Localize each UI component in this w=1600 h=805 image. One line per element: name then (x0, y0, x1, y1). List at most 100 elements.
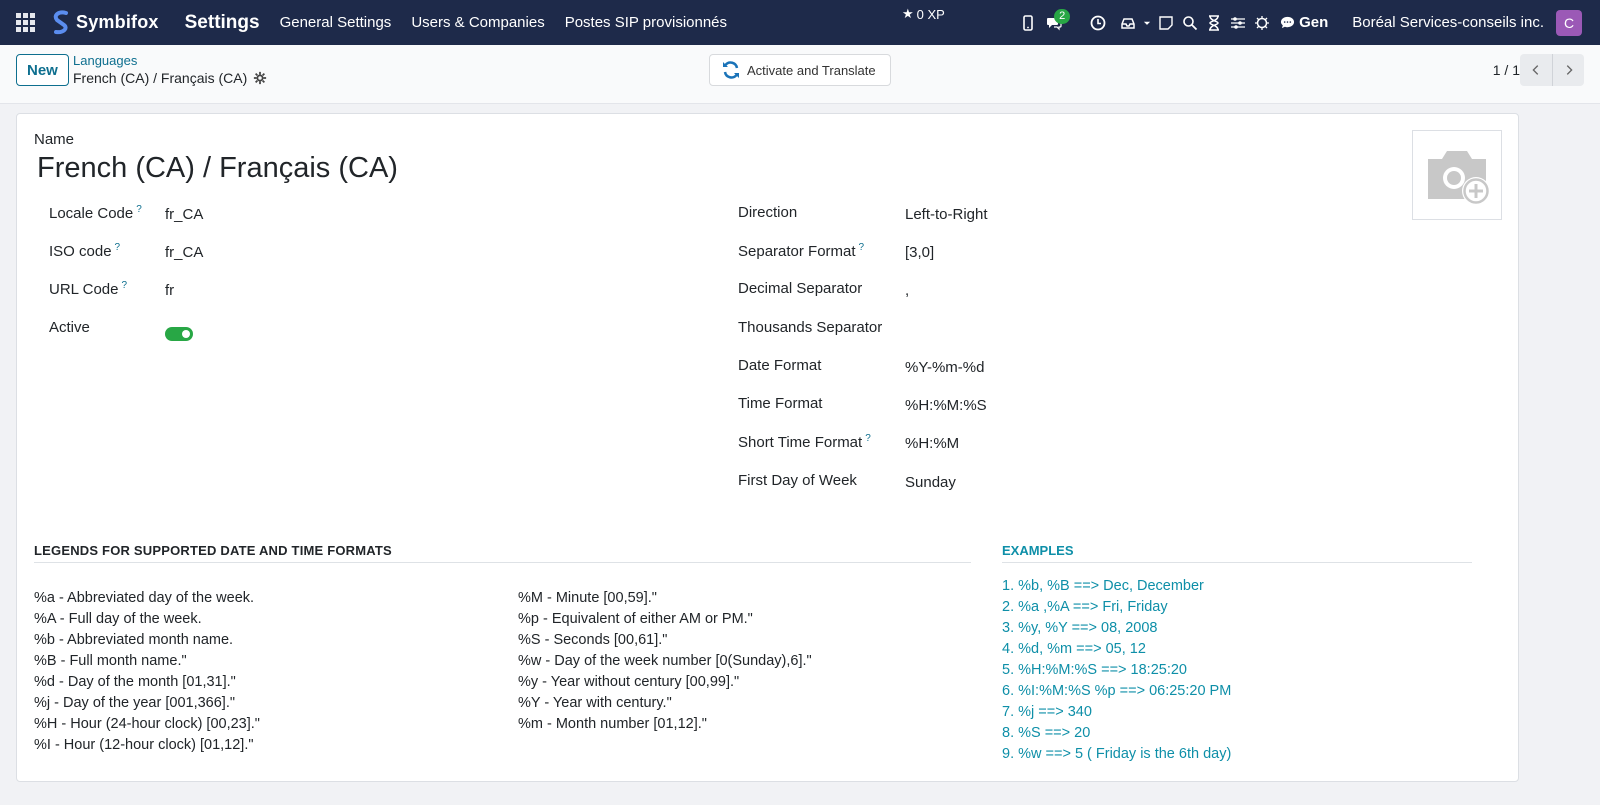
camera-add-icon (1428, 151, 1490, 205)
top-navbar: Symbifox Settings General Settings Users… (0, 0, 1600, 45)
list-item: 7. %j ==> 340 (1002, 704, 1092, 720)
inbox-button[interactable] (1116, 0, 1140, 45)
gen-label: Gen (1299, 14, 1329, 31)
help-tooltip-icon[interactable]: ? (865, 433, 871, 444)
thousands-separator-label: Thousands Separator (738, 319, 883, 336)
mobile-phone-icon (1023, 14, 1033, 31)
search-button[interactable] (1178, 0, 1202, 45)
time-format-label: Time Format (738, 395, 823, 412)
control-panel: New Languages French (CA) / Français (CA… (0, 45, 1600, 104)
xp-indicator[interactable]: ★ 0 XP (902, 6, 945, 22)
decimal-separator-label: Decimal Separator (738, 280, 863, 297)
pager-previous-button[interactable] (1520, 54, 1552, 86)
list-item: 3. %y, %Y ==> 08, 2008 (1002, 620, 1158, 636)
phone-button[interactable] (1016, 0, 1040, 45)
breadcrumb-current: French (CA) / Français (CA) (73, 69, 267, 87)
name-field[interactable]: French (CA) / Français (CA) (37, 152, 398, 185)
list-item: %d - Day of the month [01,31]." (34, 674, 236, 690)
list-item: %m - Month number [01,12]." (518, 716, 707, 732)
breadcrumb-languages-link[interactable]: Languages (73, 53, 267, 69)
menu-users-companies[interactable]: Users & Companies (401, 14, 554, 31)
user-avatar[interactable]: C (1556, 9, 1582, 36)
clock-icon (1090, 15, 1106, 30)
date-format-label: Date Format (738, 357, 822, 374)
inbox-icon (1121, 17, 1135, 29)
menu-general-settings[interactable]: General Settings (270, 14, 402, 31)
grid-icon (15, 13, 35, 32)
messages-count-badge: 2 (1054, 9, 1071, 24)
chevron-right-icon (1566, 65, 1573, 75)
help-tooltip-icon[interactable]: ? (121, 280, 127, 291)
time-format-field[interactable]: %H:%M:%S (905, 397, 987, 414)
timer-button[interactable] (1202, 0, 1226, 45)
pager-value[interactable]: 1 / 1 (1493, 62, 1520, 78)
hourglass-icon (1209, 14, 1220, 31)
list-item: %a - Abbreviated day of the week. (34, 590, 255, 606)
list-item: %H - Hour (24-hour clock) [00,23]." (34, 716, 260, 732)
form-sheet: Name French (CA) / Français (CA) Locale … (16, 113, 1519, 782)
list-item: 9. %w ==> 5 ( Friday is the 6th day) (1002, 746, 1232, 762)
speech-bubble-icon (1281, 16, 1295, 29)
direction-field[interactable]: Left-to-Right (905, 206, 988, 223)
legends-column-2: %M - Minute [00,59]." %p - Equivalent of… (518, 588, 812, 735)
active-toggle[interactable] (165, 327, 193, 341)
gen-assistant-button[interactable]: Gen (1274, 14, 1338, 31)
list-item: %b - Abbreviated month name. (34, 632, 234, 648)
image-upload[interactable] (1412, 130, 1502, 220)
legends-title: LEGENDS FOR SUPPORTED DATE AND TIME FORM… (34, 543, 392, 558)
filters-button[interactable] (1226, 0, 1250, 45)
gear-icon[interactable] (253, 71, 267, 85)
active-label: Active (49, 319, 90, 336)
short-time-format-field[interactable]: %H:%M (905, 435, 959, 452)
examples-divider (1002, 562, 1472, 563)
locale-code-field[interactable]: fr_CA (165, 206, 203, 223)
name-label: Name (34, 131, 75, 148)
search-icon (1183, 15, 1198, 30)
debug-button[interactable] (1250, 0, 1274, 45)
sticky-note-icon (1159, 15, 1173, 30)
list-item: %Y - Year with century." (518, 695, 672, 711)
help-tooltip-icon[interactable]: ? (136, 204, 142, 215)
list-item: 6. %I:%M:%S %p ==> 06:25:20 PM (1002, 683, 1232, 699)
first-day-of-week-field[interactable]: Sunday (905, 474, 956, 491)
separator-format-label: Separator Format? (738, 242, 865, 260)
list-item: %M - Minute [00,59]." (518, 590, 657, 606)
list-item: %w - Day of the week number [0(Sunday),6… (518, 653, 812, 669)
separator-format-field[interactable]: [3,0] (905, 244, 934, 261)
xp-value: 0 XP (916, 6, 945, 22)
help-tooltip-icon[interactable]: ? (859, 242, 865, 253)
company-switcher[interactable]: Boréal Services-conseils inc. (1338, 14, 1556, 31)
direction-label: Direction (738, 204, 798, 221)
messages-button[interactable]: 2 (1040, 0, 1082, 45)
activate-translate-button[interactable]: Activate and Translate (709, 54, 891, 86)
locale-code-label: Locale Code? (49, 204, 142, 222)
list-item: 2. %a ,%A ==> Fri, Friday (1002, 599, 1168, 615)
help-tooltip-icon[interactable]: ? (115, 242, 121, 253)
list-item: %I - Hour (12-hour clock) [01,12]." (34, 737, 254, 753)
app-switcher-button[interactable] (0, 0, 50, 45)
notes-button[interactable] (1154, 0, 1178, 45)
decimal-separator-field[interactable]: , (905, 282, 909, 299)
list-item: %y - Year without century [00,99]." (518, 674, 740, 690)
app-title[interactable]: Settings (171, 12, 270, 34)
url-code-field[interactable]: fr (165, 282, 174, 299)
star-icon: ★ (902, 6, 914, 21)
sliders-icon (1231, 16, 1246, 29)
legends-column-1: %a - Abbreviated day of the week. %A - F… (34, 588, 260, 756)
iso-code-field[interactable]: fr_CA (165, 244, 203, 261)
menu-postes-sip[interactable]: Postes SIP provisionnés (555, 14, 737, 31)
breadcrumb: Languages French (CA) / Français (CA) (73, 53, 267, 87)
thousands-separator-field[interactable] (905, 321, 1025, 339)
list-item: %A - Full day of the week. (34, 611, 202, 627)
brand-name: Symbifox (76, 12, 159, 32)
examples-list: 1. %b, %B ==> Dec, December 2. %a ,%A ==… (1002, 576, 1231, 765)
new-button[interactable]: New (16, 54, 69, 86)
pager-next-button[interactable] (1552, 54, 1584, 86)
brand[interactable]: Symbifox (50, 0, 171, 45)
dropdown-caret-button[interactable] (1140, 0, 1154, 45)
date-format-field[interactable]: %Y-%m-%d (905, 359, 984, 376)
list-item: %S - Seconds [00,61]." (518, 632, 668, 648)
avatar-letter: C (1563, 14, 1575, 31)
activities-button[interactable] (1086, 0, 1110, 45)
short-time-format-label: Short Time Format? (738, 433, 871, 451)
